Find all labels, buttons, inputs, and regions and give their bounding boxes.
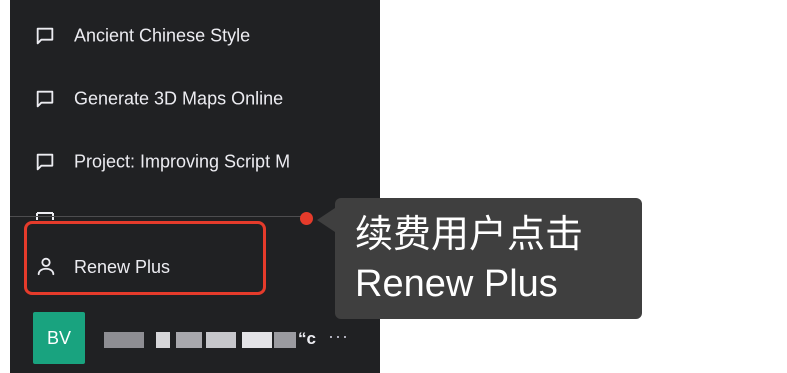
redacted-name [206,332,236,348]
renew-plus-button[interactable]: Renew Plus [24,221,266,295]
renew-plus-label: Renew Plus [74,257,171,277]
tooltip-line-1: 续费用户点击 [355,212,584,256]
message-icon [36,90,54,108]
user-icon [37,257,55,276]
tooltip-arrow [317,208,335,232]
message-icon [36,153,54,171]
redacted-name [242,332,272,348]
more-options-icon[interactable]: ··· [328,326,349,347]
chat-item-label: Ancient Chinese Style [74,25,251,46]
annotation-tooltip: 续费用户点击 Renew Plus [335,198,642,319]
divider [10,216,310,217]
redacted-name [156,332,170,348]
avatar: BV [33,312,85,364]
chat-item[interactable]: Generate 3D Maps Online [10,77,380,121]
redacted-name [274,332,296,348]
chat-item[interactable]: Ancient Chinese Style [10,14,380,58]
sidebar: Ancient Chinese Style Generate 3D Maps O… [10,0,380,373]
message-icon [36,27,54,45]
user-menu[interactable]: BV “c ··· [10,312,380,367]
label-fade [288,140,328,188]
chat-item-label: Generate 3D Maps Online [74,88,284,109]
redacted-name [176,332,202,348]
tooltip-line-2: Renew Plus [355,263,558,305]
chat-item-label: Project: Improving Script M [74,151,291,172]
annotation-dot [300,212,313,225]
user-name-suffix: “c [298,329,316,348]
redacted-name [104,332,144,348]
